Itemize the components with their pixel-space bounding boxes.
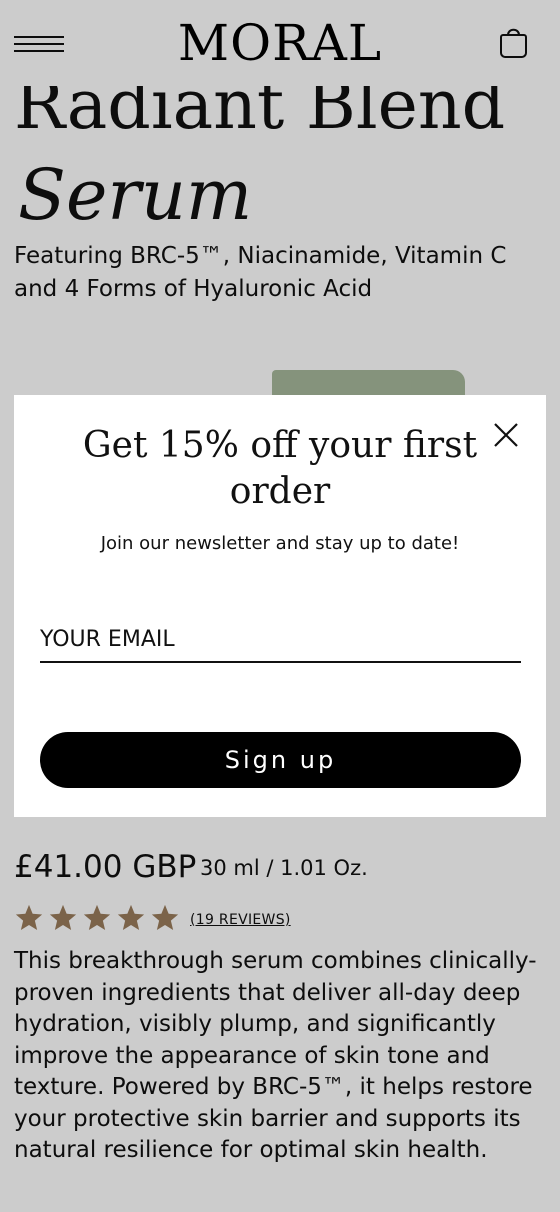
signup-button[interactable]: Sign up <box>40 732 521 788</box>
modal-title: Get 15% off your first order <box>82 425 478 512</box>
newsletter-modal: Get 15% off your first order Join our ne… <box>14 395 546 817</box>
modal-subtitle: Join our newsletter and stay up to date! <box>100 533 460 554</box>
email-field[interactable] <box>40 617 521 663</box>
close-icon[interactable] <box>492 421 520 449</box>
